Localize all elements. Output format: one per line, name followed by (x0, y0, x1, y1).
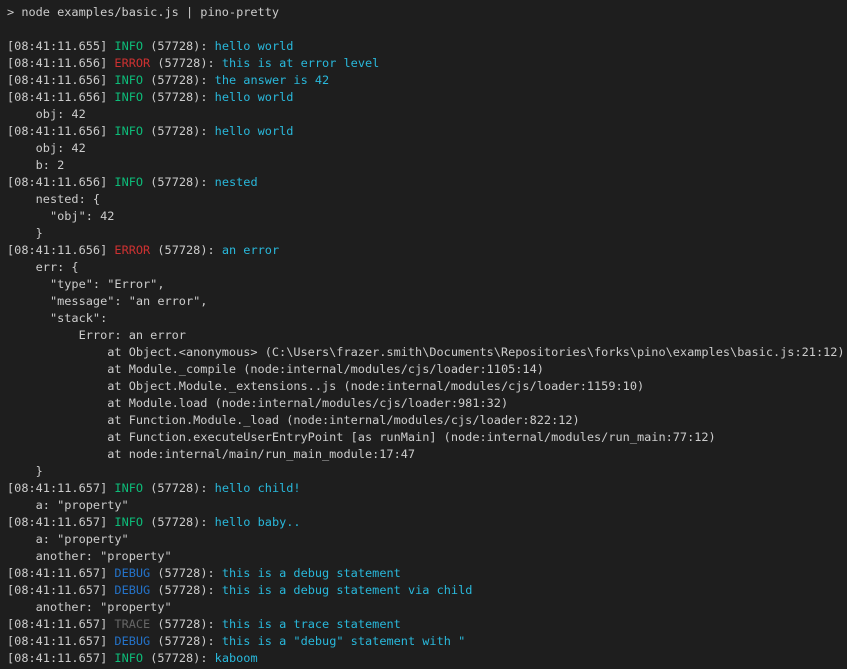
log-level: DEBUG (114, 583, 150, 597)
log-level: INFO (114, 481, 143, 495)
log-level: INFO (114, 90, 143, 104)
log-level: INFO (114, 39, 143, 53)
log-line: [08:41:11.657] DEBUG (57728): this is a … (7, 582, 847, 599)
detail-line: "message": "an error", (7, 293, 847, 310)
log-message: the answer is 42 (215, 73, 330, 87)
log-message: this is a trace statement (222, 617, 401, 631)
log-timestamp: [08:41:11.657] (7, 481, 107, 495)
log-timestamp: [08:41:11.656] (7, 175, 107, 189)
log-timestamp: [08:41:11.657] (7, 617, 107, 631)
terminal-window: > node examples/basic.js | pino-pretty [0… (0, 0, 847, 669)
detail-line: at node:internal/main/run_main_module:17… (7, 446, 847, 463)
log-pid: (57728): (157, 583, 214, 597)
log-pid: (57728): (150, 481, 207, 495)
log-pid: (57728): (150, 651, 207, 665)
detail-line: at Function.executeUserEntryPoint [as ru… (7, 429, 847, 446)
log-message: kaboom (215, 651, 258, 665)
log-timestamp: [08:41:11.656] (7, 124, 107, 138)
detail-line: at Function.Module._load (node:internal/… (7, 412, 847, 429)
log-pid: (57728): (157, 617, 214, 631)
log-line: [08:41:11.657] DEBUG (57728): this is a … (7, 633, 847, 650)
log-level: INFO (114, 175, 143, 189)
log-message: this is a debug statement (222, 566, 401, 580)
log-line: [08:41:11.657] INFO (57728): hello baby.… (7, 514, 847, 531)
log-line: [08:41:11.657] INFO (57728): hello child… (7, 480, 847, 497)
detail-line: obj: 42 (7, 140, 847, 157)
log-message: hello baby.. (215, 515, 301, 529)
detail-line: nested: { (7, 191, 847, 208)
log-line: [08:41:11.657] TRACE (57728): this is a … (7, 616, 847, 633)
log-level: INFO (114, 73, 143, 87)
log-line: [08:41:11.655] INFO (57728): hello world (7, 38, 847, 55)
detail-line: at Object.<anonymous> (C:\Users\frazer.s… (7, 344, 847, 361)
log-line: [08:41:11.657] DEBUG (57728): this is a … (7, 565, 847, 582)
log-pid: (57728): (150, 515, 207, 529)
log-level: INFO (114, 651, 143, 665)
log-level: INFO (114, 124, 143, 138)
log-message: nested (215, 175, 258, 189)
log-pid: (57728): (157, 634, 214, 648)
log-pid: (57728): (150, 124, 207, 138)
detail-line: } (7, 225, 847, 242)
log-line: [08:41:11.656] INFO (57728): hello world (7, 123, 847, 140)
log-timestamp: [08:41:11.655] (7, 39, 107, 53)
log-line: [08:41:11.656] INFO (57728): the answer … (7, 72, 847, 89)
log-line: [08:41:11.656] ERROR (57728): this is at… (7, 55, 847, 72)
detail-line: obj: 42 (7, 106, 847, 123)
log-level: ERROR (114, 56, 150, 70)
detail-line: a: "property" (7, 531, 847, 548)
log-line: [08:41:11.656] INFO (57728): nested (7, 174, 847, 191)
log-timestamp: [08:41:11.657] (7, 515, 107, 529)
detail-line: another: "property" (7, 548, 847, 565)
log-line: [08:41:11.656] ERROR (57728): an error (7, 242, 847, 259)
log-message: hello world (215, 39, 294, 53)
detail-line: at Object.Module._extensions..js (node:i… (7, 378, 847, 395)
log-message: this is a "debug" statement with " (222, 634, 465, 648)
detail-line: another: "property" (7, 599, 847, 616)
terminal-output: > node examples/basic.js | pino-pretty [0… (7, 4, 847, 667)
log-message: this is at error level (222, 56, 380, 70)
log-timestamp: [08:41:11.656] (7, 73, 107, 87)
log-timestamp: [08:41:11.657] (7, 566, 107, 580)
detail-line: err: { (7, 259, 847, 276)
log-pid: (57728): (157, 243, 214, 257)
detail-line: b: 2 (7, 157, 847, 174)
blank-line (7, 21, 847, 38)
log-pid: (57728): (150, 73, 207, 87)
detail-line: "obj": 42 (7, 208, 847, 225)
log-pid: (57728): (157, 56, 214, 70)
log-line: [08:41:11.656] INFO (57728): hello world (7, 89, 847, 106)
log-level: DEBUG (114, 634, 150, 648)
detail-line: "type": "Error", (7, 276, 847, 293)
log-pid: (57728): (157, 566, 214, 580)
command-line: > node examples/basic.js | pino-pretty (7, 4, 847, 21)
detail-line: at Module.load (node:internal/modules/cj… (7, 395, 847, 412)
log-pid: (57728): (150, 90, 207, 104)
detail-line: Error: an error (7, 327, 847, 344)
log-level: DEBUG (114, 566, 150, 580)
log-level: ERROR (114, 243, 150, 257)
log-message: an error (222, 243, 279, 257)
log-timestamp: [08:41:11.657] (7, 634, 107, 648)
detail-line: a: "property" (7, 497, 847, 514)
log-message: hello world (215, 124, 294, 138)
log-timestamp: [08:41:11.657] (7, 583, 107, 597)
log-message: hello child! (215, 481, 301, 495)
log-level: INFO (114, 515, 143, 529)
log-timestamp: [08:41:11.656] (7, 56, 107, 70)
log-line: [08:41:11.657] INFO (57728): kaboom (7, 650, 847, 667)
log-level: TRACE (114, 617, 150, 631)
log-message: this is a debug statement via child (222, 583, 473, 597)
detail-line: } (7, 463, 847, 480)
log-timestamp: [08:41:11.656] (7, 90, 107, 104)
log-timestamp: [08:41:11.656] (7, 243, 107, 257)
detail-line: "stack": (7, 310, 847, 327)
detail-line: at Module._compile (node:internal/module… (7, 361, 847, 378)
log-message: hello world (215, 90, 294, 104)
log-timestamp: [08:41:11.657] (7, 651, 107, 665)
log-pid: (57728): (150, 175, 207, 189)
log-pid: (57728): (150, 39, 207, 53)
